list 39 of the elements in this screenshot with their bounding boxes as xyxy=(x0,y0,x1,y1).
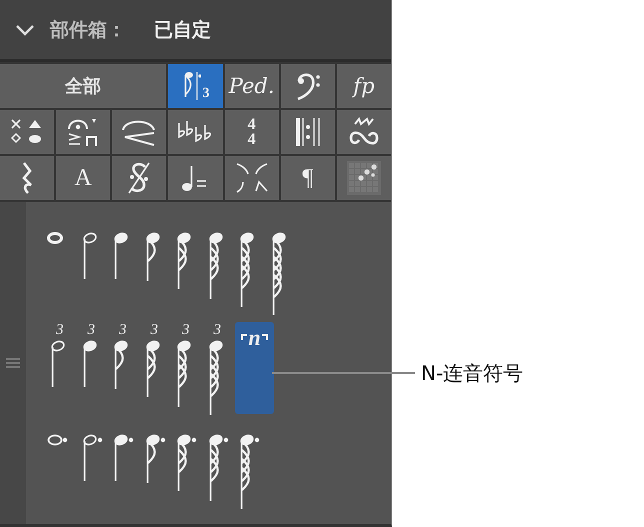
chord-grid-tab[interactable] xyxy=(336,156,391,200)
brackets-icon xyxy=(234,162,269,194)
flats-tab[interactable] xyxy=(168,110,223,154)
time-signature-bottom: 4 xyxy=(248,132,256,147)
time-tab[interactable]: 4 4 xyxy=(224,110,279,154)
panel-title: 部件箱： xyxy=(50,18,126,42)
segno-tab[interactable] xyxy=(112,156,166,200)
rest-tab[interactable] xyxy=(0,156,54,200)
bass-clef-tab[interactable] xyxy=(280,64,335,108)
chord-grid-icon xyxy=(346,161,381,195)
text-tab[interactable]: ¶ xyxy=(280,156,335,200)
triplet-note-button[interactable]: 3 xyxy=(140,322,172,399)
script-tab[interactable]: fp xyxy=(336,64,391,108)
all-tab[interactable]: 全部 xyxy=(0,64,166,108)
bracket-icon xyxy=(262,334,268,340)
chevron-down-icon[interactable] xyxy=(14,22,36,36)
bracket-icon xyxy=(241,334,248,340)
noteheads-tab[interactable] xyxy=(0,110,54,154)
text-tab[interactable]: A xyxy=(56,156,110,200)
ornament-tab[interactable] xyxy=(336,110,391,154)
triplet-note-button[interactable]: 3 xyxy=(204,322,235,417)
drag-handle-icon[interactable] xyxy=(6,358,20,368)
hairpin-tab[interactable] xyxy=(112,110,166,154)
bass-clef-icon xyxy=(294,71,321,101)
preset-name: 已自定 xyxy=(154,18,211,42)
brackets-tab[interactable] xyxy=(224,156,279,200)
triplet-note-button[interactable]: 3 xyxy=(46,322,78,389)
tempo-tab[interactable] xyxy=(168,156,223,200)
script-tab[interactable]: Ped. xyxy=(224,64,279,108)
articulations-tab[interactable] xyxy=(56,110,110,154)
tuplet-tab[interactable]: 3 xyxy=(168,64,223,108)
callout-label: N-连音符号 xyxy=(421,360,524,387)
triplet-note-button[interactable]: 3 xyxy=(109,322,140,391)
time-signature-top: 4 xyxy=(248,117,256,132)
repeat-sign-icon xyxy=(294,116,322,148)
repeat-tab[interactable] xyxy=(280,110,335,154)
triplet-note-button[interactable]: 3 xyxy=(78,322,109,389)
triplet-note-button[interactable]: 3 xyxy=(172,322,204,409)
n-tuplet-button[interactable]: n xyxy=(235,322,274,414)
